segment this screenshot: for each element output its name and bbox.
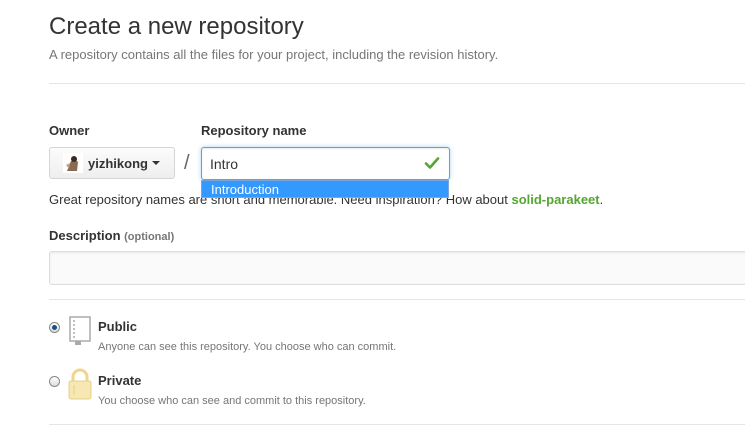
owner-name: yizhikong <box>88 155 148 171</box>
owner-label: Owner <box>49 123 90 138</box>
avatar <box>63 153 83 173</box>
book-icon <box>67 316 93 351</box>
description-label: Description (optional) <box>49 228 174 243</box>
description-label-text: Description <box>49 228 121 243</box>
divider <box>49 424 745 425</box>
private-radio[interactable] <box>49 376 60 387</box>
page-subtitle: A repository contains all the files for … <box>49 47 499 62</box>
private-description: You choose who can see and commit to thi… <box>98 395 366 407</box>
divider <box>49 299 745 300</box>
owner-repo-separator: / <box>184 152 190 174</box>
description-input[interactable] <box>49 251 745 285</box>
public-title: Public <box>98 319 138 334</box>
divider <box>49 83 745 84</box>
lock-icon <box>67 368 93 405</box>
suggested-name-link[interactable]: solid-parakeet <box>511 192 599 207</box>
page-title: Create a new repository <box>49 13 304 40</box>
hint-suffix: . <box>599 192 604 207</box>
optional-note: (optional) <box>124 231 175 243</box>
repo-name-input[interactable] <box>201 147 450 180</box>
repo-name-label: Repository name <box>201 123 307 138</box>
public-description: Anyone can see this repository. You choo… <box>98 341 397 353</box>
autocomplete-suggestion[interactable]: Introduction <box>201 180 449 198</box>
private-title: Private <box>98 373 142 388</box>
owner-dropdown-button[interactable]: yizhikong <box>49 147 175 179</box>
public-radio[interactable] <box>49 322 60 333</box>
check-icon <box>424 155 440 171</box>
chevron-down-icon <box>151 161 160 165</box>
